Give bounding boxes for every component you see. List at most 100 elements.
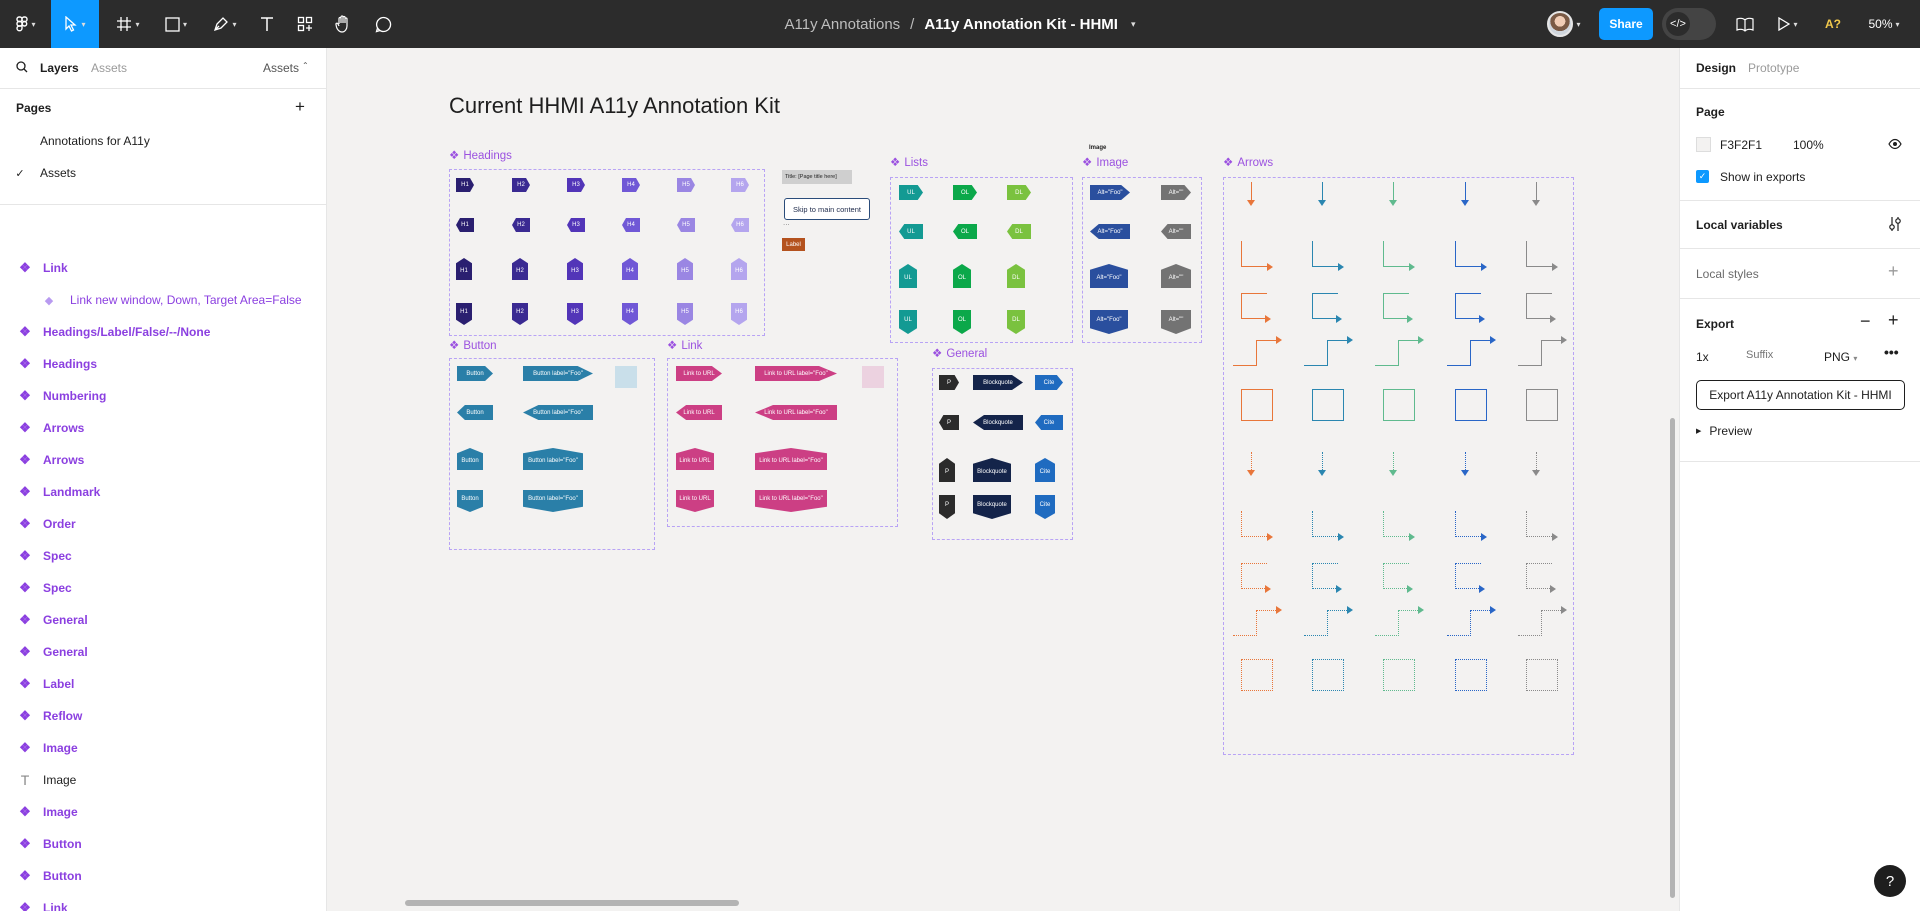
layer-item[interactable]: ❖ Image bbox=[0, 796, 326, 828]
layer-item[interactable]: ❖ Button bbox=[0, 860, 326, 892]
tab-prototype[interactable]: Prototype bbox=[1748, 61, 1799, 75]
layer-item[interactable]: T Image bbox=[0, 764, 326, 796]
arrowhead-icon[interactable] bbox=[1318, 470, 1326, 476]
step-arrow-segment[interactable] bbox=[1327, 610, 1349, 611]
tab-layers[interactable]: Layers bbox=[40, 61, 79, 75]
layer-item[interactable]: ❖ Image bbox=[0, 732, 326, 764]
elbow-arrow[interactable] bbox=[1383, 241, 1411, 267]
comment-tool-button[interactable] bbox=[368, 0, 398, 48]
square-outline[interactable] bbox=[1383, 659, 1415, 691]
show-in-exports-checkbox[interactable]: ✓ bbox=[1696, 170, 1709, 183]
main-menu-button[interactable]: ▾ bbox=[8, 0, 44, 48]
layer-item[interactable]: ❖ Reflow bbox=[0, 700, 326, 732]
elbow-arrow[interactable] bbox=[1312, 511, 1340, 537]
arrowhead-icon[interactable] bbox=[1418, 606, 1424, 614]
layer-item[interactable]: ❖ Numbering bbox=[0, 380, 326, 412]
search-icon[interactable] bbox=[16, 61, 28, 76]
bracket-arrow[interactable] bbox=[1526, 293, 1552, 319]
arrowhead-icon[interactable] bbox=[1532, 470, 1540, 476]
step-arrow[interactable] bbox=[1375, 340, 1399, 366]
zoom-menu[interactable]: 50% ▾ bbox=[1860, 0, 1908, 48]
arrowhead-icon[interactable] bbox=[1479, 585, 1485, 593]
step-arrow-segment[interactable] bbox=[1541, 340, 1563, 341]
layer-item[interactable]: ❖ Order bbox=[0, 508, 326, 540]
layer-item[interactable]: ❖ Spec bbox=[0, 572, 326, 604]
bracket-arrow[interactable] bbox=[1241, 563, 1267, 589]
elbow-arrow[interactable] bbox=[1241, 511, 1269, 537]
more-options-icon[interactable]: ••• bbox=[1884, 344, 1899, 360]
frame-tool-button[interactable]: ▾ bbox=[108, 0, 148, 48]
arrowhead-icon[interactable] bbox=[1461, 200, 1469, 206]
arrowhead-icon[interactable] bbox=[1276, 606, 1282, 614]
variables-settings-icon[interactable] bbox=[1888, 216, 1902, 235]
layer-item[interactable]: ❖ Label bbox=[0, 668, 326, 700]
arrowhead-icon[interactable] bbox=[1561, 606, 1567, 614]
step-arrow-segment[interactable] bbox=[1398, 340, 1420, 341]
page-opacity-value[interactable]: 100% bbox=[1793, 138, 1824, 152]
arrowhead-icon[interactable] bbox=[1389, 200, 1397, 206]
preview-toggle[interactable]: ▶ Preview bbox=[1696, 424, 1752, 438]
hand-tool-button[interactable] bbox=[328, 0, 358, 48]
bracket-arrow[interactable] bbox=[1455, 563, 1481, 589]
elbow-arrow[interactable] bbox=[1526, 511, 1554, 537]
square-outline[interactable] bbox=[1241, 659, 1273, 691]
share-button[interactable]: Share bbox=[1599, 8, 1653, 40]
arrowhead-icon[interactable] bbox=[1409, 263, 1415, 271]
step-arrow[interactable] bbox=[1375, 610, 1399, 636]
elbow-arrow[interactable] bbox=[1312, 241, 1340, 267]
present-button[interactable]: ▾ bbox=[1770, 0, 1806, 48]
square-outline[interactable] bbox=[1312, 389, 1344, 421]
arrowhead-icon[interactable] bbox=[1265, 585, 1271, 593]
arrowhead-icon[interactable] bbox=[1552, 533, 1558, 541]
arrowhead-icon[interactable] bbox=[1276, 336, 1282, 344]
arrowhead-icon[interactable] bbox=[1479, 315, 1485, 323]
add-page-button[interactable]: + bbox=[295, 98, 305, 115]
export-suffix-input[interactable] bbox=[1746, 344, 1808, 366]
page-item-selected[interactable]: ✓ Assets bbox=[0, 157, 326, 189]
vertical-scrollbar[interactable] bbox=[1670, 418, 1675, 898]
move-tool-button[interactable]: ▾ bbox=[51, 0, 99, 48]
frame-label-arrows[interactable]: ❖ Arrows bbox=[1223, 155, 1273, 169]
step-arrow-segment[interactable] bbox=[1256, 340, 1278, 341]
help-button[interactable]: ? bbox=[1874, 865, 1906, 897]
step-arrow-segment[interactable] bbox=[1541, 610, 1563, 611]
arrowhead-icon[interactable] bbox=[1490, 336, 1496, 344]
elbow-arrow[interactable] bbox=[1455, 511, 1483, 537]
library-button[interactable] bbox=[1728, 0, 1762, 48]
frame-label-headings[interactable]: ❖ Headings bbox=[449, 148, 512, 162]
frame-label-lists[interactable]: ❖ Lists bbox=[890, 155, 928, 169]
headings-frame[interactable] bbox=[449, 169, 765, 336]
arrowhead-icon[interactable] bbox=[1481, 533, 1487, 541]
eye-icon[interactable] bbox=[1888, 138, 1902, 153]
layer-item[interactable]: ❖ Headings/Label/False/--/None bbox=[0, 316, 326, 348]
layer-item[interactable]: ◆ Link new window, Down, Target Area=Fals… bbox=[0, 284, 326, 316]
layer-item[interactable]: ❖ General bbox=[0, 604, 326, 636]
layer-item[interactable]: ❖ Button bbox=[0, 828, 326, 860]
square-outline[interactable] bbox=[1455, 389, 1487, 421]
arrowhead-icon[interactable] bbox=[1347, 336, 1353, 344]
arrowhead-icon[interactable] bbox=[1338, 533, 1344, 541]
step-arrow[interactable] bbox=[1447, 340, 1471, 366]
breadcrumb-project[interactable]: A11y Annotations bbox=[785, 16, 901, 33]
arrowhead-icon[interactable] bbox=[1267, 533, 1273, 541]
tab-assets[interactable]: Assets bbox=[91, 61, 127, 75]
arrowhead-icon[interactable] bbox=[1461, 470, 1469, 476]
local-variables-title[interactable]: Local variables bbox=[1696, 218, 1783, 232]
pen-tool-button[interactable]: ▾ bbox=[205, 0, 245, 48]
page-color-swatch[interactable] bbox=[1696, 137, 1711, 152]
arrowhead-icon[interactable] bbox=[1490, 606, 1496, 614]
step-arrow-segment[interactable] bbox=[1256, 610, 1278, 611]
arrowhead-icon[interactable] bbox=[1561, 336, 1567, 344]
arrowhead-icon[interactable] bbox=[1247, 200, 1255, 206]
arrowhead-icon[interactable] bbox=[1407, 585, 1413, 593]
step-arrow[interactable] bbox=[1233, 340, 1257, 366]
step-arrow[interactable] bbox=[1518, 340, 1542, 366]
arrowhead-icon[interactable] bbox=[1389, 470, 1397, 476]
bracket-arrow[interactable] bbox=[1383, 293, 1409, 319]
arrowhead-icon[interactable] bbox=[1550, 585, 1556, 593]
arrowhead-icon[interactable] bbox=[1267, 263, 1273, 271]
arrowhead-icon[interactable] bbox=[1532, 200, 1540, 206]
export-button[interactable]: Export A11y Annotation Kit - HHMI bbox=[1696, 380, 1905, 410]
arrowhead-icon[interactable] bbox=[1336, 585, 1342, 593]
tab-design[interactable]: Design bbox=[1696, 61, 1736, 75]
